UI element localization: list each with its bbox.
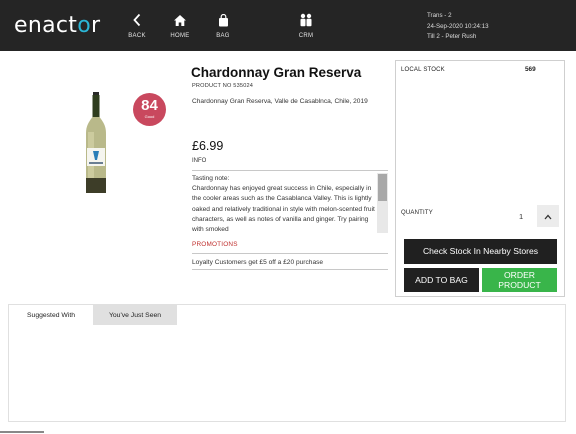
info-divider <box>192 170 388 171</box>
product-title: Chardonnay Gran Reserva <box>191 65 362 80</box>
scrollbar-thumb[interactable] <box>378 174 387 201</box>
tasting-note-text: Tasting note: Chardonnay has enjoyed gre… <box>192 175 375 233</box>
nav-back-label: BACK <box>128 33 146 39</box>
wine-bottle-image <box>84 92 108 194</box>
people-icon <box>286 12 326 28</box>
tab-suggested-with[interactable]: Suggested With <box>9 305 93 325</box>
quantity-increase-button[interactable] <box>537 205 559 227</box>
score-value: 84 <box>141 97 158 114</box>
transaction-datetime: 24-Sep-2020 10:24:13 <box>427 22 489 30</box>
bottom-scroll-indicator <box>0 431 44 433</box>
quantity-label: QUANTITY <box>401 210 433 216</box>
transaction-info: Trans - 2 24-Sep-2020 10:24:13 Till 2 - … <box>427 11 489 43</box>
promotions-divider <box>192 253 388 254</box>
local-stock-label: LOCAL STOCK <box>401 67 445 73</box>
nav-crm-button[interactable]: CRM <box>286 12 326 39</box>
transaction-number: Trans - 2 <box>427 12 452 19</box>
top-header: enactor enactor BACK HOME BAG CRM Trans … <box>0 0 576 51</box>
nav-bag-button[interactable]: BAG <box>203 12 243 39</box>
score-subtext: Good <box>144 114 155 119</box>
home-icon <box>160 12 200 28</box>
product-price: £6.99 <box>192 139 224 153</box>
nav-back-button[interactable]: BACK <box>117 12 157 39</box>
promotions-label: PROMOTIONS <box>192 241 238 248</box>
wine-score-badge: 84 Good <box>133 93 166 126</box>
chevron-up-icon <box>544 207 552 225</box>
chevron-left-icon <box>117 12 157 28</box>
nav-home-label: HOME <box>170 33 190 39</box>
till-operator: Till 2 - Peter Rush <box>427 33 477 40</box>
product-number: PRODUCT NO 535024 <box>192 83 254 89</box>
tab-youve-just-seen[interactable]: You've Just Seen <box>93 305 177 325</box>
nav-crm-label: CRM <box>298 33 314 39</box>
enactor-logo: enactor enactor <box>14 13 101 38</box>
check-stock-button[interactable]: Check Stock In Nearby Stores <box>404 239 557 264</box>
info-label: INFO <box>192 158 207 164</box>
bag-icon <box>203 12 243 28</box>
quantity-value[interactable]: 1 <box>519 212 523 221</box>
order-product-button[interactable]: ORDER PRODUCT <box>482 268 557 292</box>
promotion-text: Loyalty Customers get £5 off a £20 purch… <box>192 259 324 266</box>
promotion-bottom-divider <box>192 269 388 270</box>
local-stock-value: 569 <box>525 66 536 73</box>
nav-bag-label: BAG <box>216 33 230 39</box>
nav-home-button[interactable]: HOME <box>160 12 200 39</box>
product-origin: Chardonnay Gran Reserva, Valle de Casabl… <box>192 98 368 105</box>
add-to-bag-button[interactable]: ADD TO BAG <box>404 268 479 292</box>
